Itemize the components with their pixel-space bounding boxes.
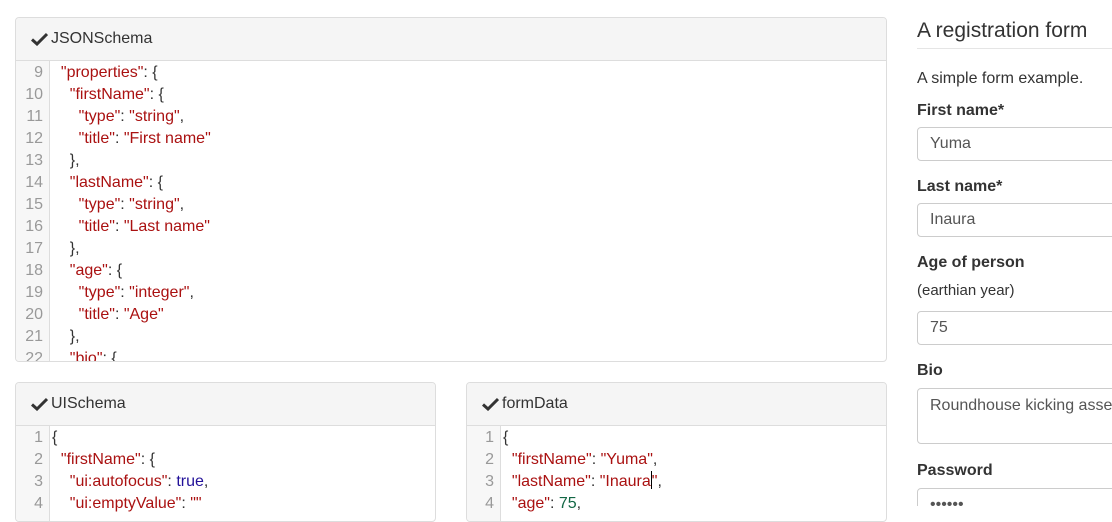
last-name-label: Last name* xyxy=(917,178,1003,195)
code-line[interactable]: 18 "age": { xyxy=(16,260,886,282)
line-number: 20 xyxy=(25,306,43,323)
password-input[interactable]: •••••• xyxy=(917,488,1112,506)
code-text: "title": "Age" xyxy=(78,306,164,323)
form-title: A registration form xyxy=(917,19,1088,42)
line-number: 4 xyxy=(485,495,494,512)
code-text: "lastName": { xyxy=(69,174,163,191)
code-text: "type": "string", xyxy=(78,108,185,125)
code-line[interactable]: 2 "firstName": "Yuma", xyxy=(467,449,886,471)
code-text: }, xyxy=(52,152,80,169)
code-line[interactable]: 17 }, xyxy=(16,238,886,260)
check-icon xyxy=(31,32,48,46)
code-line[interactable]: 4 "ui:emptyValue": "" xyxy=(16,493,435,515)
code-text: "firstName": { xyxy=(69,86,164,103)
line-number: 15 xyxy=(25,196,43,213)
line-number: 2 xyxy=(485,451,494,468)
uischema-panel-title: UISchema xyxy=(51,395,126,412)
line-number: 1 xyxy=(34,429,43,446)
code-line[interactable]: 15 "type": "string", xyxy=(16,194,886,216)
code-text: "ui:emptyValue": "" xyxy=(69,495,202,512)
code-line[interactable]: 13 }, xyxy=(16,150,886,172)
uischema-editor[interactable]: 1{2 "firstName": {3 "ui:autofocus": true… xyxy=(16,426,435,521)
age-input[interactable]: 75 xyxy=(917,311,1112,345)
code-line[interactable]: 4 "age": 75, xyxy=(467,493,886,515)
line-number: 13 xyxy=(25,152,43,169)
code-text: "age": { xyxy=(69,262,123,279)
formdata-panel-title: formData xyxy=(502,395,568,412)
line-number: 18 xyxy=(25,262,43,279)
age-help-text: (earthian year) xyxy=(917,282,1015,299)
line-number: 4 xyxy=(34,495,43,512)
line-number: 22 xyxy=(25,350,43,361)
bio-textarea[interactable]: Roundhouse kicking asses since 1940 xyxy=(917,388,1112,444)
jsonschema-panel-heading: JSONSchema xyxy=(16,18,886,61)
line-number: 21 xyxy=(25,328,43,345)
uischema-panel-heading: UISchema xyxy=(16,383,435,426)
code-text: "lastName": "Inaura", xyxy=(511,471,662,490)
code-line[interactable]: 16 "title": "Last name" xyxy=(16,216,886,238)
code-text: "type": "string", xyxy=(78,196,185,213)
code-text: "properties": { xyxy=(60,64,158,81)
code-line[interactable]: 14 "lastName": { xyxy=(16,172,886,194)
code-line[interactable]: 3 "ui:autofocus": true, xyxy=(16,471,435,493)
rendered-form: A registration form A simple form exampl… xyxy=(917,0,1112,506)
code-text: "bio": { xyxy=(69,350,117,361)
form-title-divider xyxy=(917,48,1112,49)
age-label: Age of person xyxy=(917,254,1025,271)
line-number: 16 xyxy=(25,218,43,235)
line-number: 17 xyxy=(25,240,43,257)
code-line[interactable]: 20 "title": "Age" xyxy=(16,304,886,326)
code-text: { xyxy=(503,429,509,446)
last-name-input[interactable]: Inaura xyxy=(917,203,1112,237)
code-line[interactable]: 19 "type": "integer", xyxy=(16,282,886,304)
code-text: }, xyxy=(52,328,80,345)
line-number: 12 xyxy=(25,130,43,147)
code-text: "title": "First name" xyxy=(78,130,211,147)
check-icon xyxy=(482,397,499,411)
formdata-editor[interactable]: 1{2 "firstName": "Yuma", 3 "lastName": "I… xyxy=(467,426,886,521)
code-line[interactable]: 1{ xyxy=(467,427,886,449)
line-number: 3 xyxy=(485,473,494,490)
code-line[interactable]: 3 "lastName": "Inaura", xyxy=(467,471,886,493)
code-line[interactable]: 12 "title": "First name" xyxy=(16,128,886,150)
code-text: "firstName": { xyxy=(60,451,155,468)
first-name-label: First name* xyxy=(917,102,1005,119)
line-number: 10 xyxy=(25,86,43,103)
jsonschema-panel-title: JSONSchema xyxy=(51,30,153,47)
check-icon xyxy=(31,397,48,411)
code-line[interactable]: 2 "firstName": { xyxy=(16,449,435,471)
bio-label: Bio xyxy=(917,362,943,379)
code-text: }, xyxy=(52,240,80,257)
code-line[interactable]: 10 "firstName": { xyxy=(16,84,886,106)
code-text: "title": "Last name" xyxy=(78,218,210,235)
code-line[interactable]: 22 "bio": { xyxy=(16,348,886,361)
first-name-input[interactable]: Yuma xyxy=(917,127,1112,161)
code-text: "type": "integer", xyxy=(78,284,194,301)
formdata-panel-heading: formData xyxy=(467,383,886,426)
code-text: "age": 75, xyxy=(511,495,582,512)
line-number: 1 xyxy=(485,429,494,446)
line-number: 2 xyxy=(34,451,43,468)
line-number: 19 xyxy=(25,284,43,301)
line-number: 11 xyxy=(26,108,43,125)
code-line[interactable]: 1{ xyxy=(16,427,435,449)
uischema-panel: UISchema 1{2 "firstName": {3 "ui:autofoc… xyxy=(15,382,436,522)
code-line[interactable]: 11 "type": "string", xyxy=(16,106,886,128)
jsonschema-editor[interactable]: 9 "properties": {10 "firstName": {11 "ty… xyxy=(16,61,886,361)
code-text: "ui:autofocus": true, xyxy=(69,473,209,490)
line-number: 14 xyxy=(25,174,43,191)
password-label: Password xyxy=(917,462,993,479)
code-text: "firstName": "Yuma", xyxy=(511,451,658,468)
form-description: A simple form example. xyxy=(917,70,1084,87)
jsonschema-panel: JSONSchema 9 "properties": {10 "firstNam… xyxy=(15,17,887,362)
code-text: { xyxy=(52,429,58,446)
line-number: 9 xyxy=(34,64,43,81)
line-number: 3 xyxy=(34,473,43,490)
formdata-panel: formData 1{2 "firstName": "Yuma", 3 "last… xyxy=(466,382,887,522)
code-line[interactable]: 21 }, xyxy=(16,326,886,348)
code-line[interactable]: 9 "properties": { xyxy=(16,62,886,84)
